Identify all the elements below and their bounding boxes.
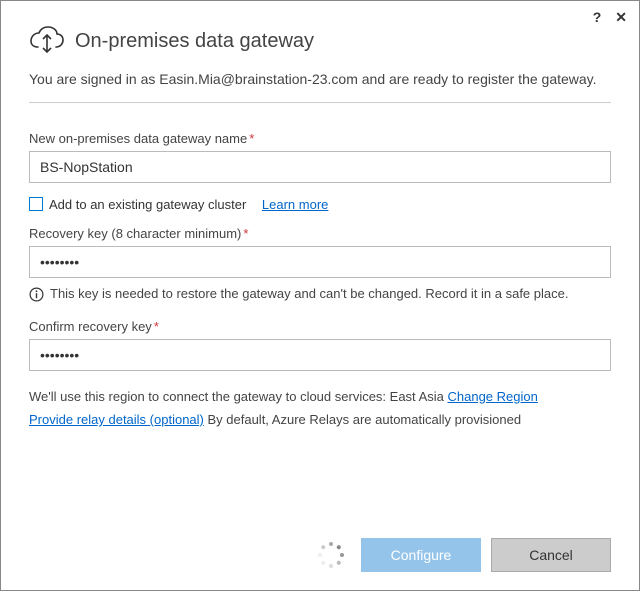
change-region-link[interactable]: Change Region — [447, 389, 537, 404]
add-to-cluster-checkbox[interactable] — [29, 197, 43, 211]
configure-button[interactable]: Configure — [361, 538, 481, 572]
region-value: East Asia — [390, 389, 444, 404]
cancel-button[interactable]: Cancel — [491, 538, 611, 572]
relay-suffix-text: By default, Azure Relays are automatical… — [204, 412, 521, 427]
add-to-cluster-label: Add to an existing gateway cluster — [49, 197, 246, 212]
help-icon[interactable]: ? — [593, 9, 602, 26]
confirm-recovery-key-input[interactable] — [29, 339, 611, 371]
learn-more-link[interactable]: Learn more — [262, 197, 328, 212]
signed-in-status: You are signed in as Easin.Mia@brainstat… — [29, 70, 611, 103]
info-icon — [29, 287, 44, 305]
cloud-upload-icon — [29, 25, 65, 58]
loading-spinner-icon — [317, 541, 345, 569]
recovery-key-input[interactable] — [29, 246, 611, 278]
gateway-name-input[interactable] — [29, 151, 611, 183]
gateway-name-label: New on-premises data gateway name* — [29, 131, 611, 146]
recovery-key-label: Recovery key (8 character minimum)* — [29, 226, 611, 241]
close-icon[interactable]: ✕ — [615, 9, 627, 26]
relay-details-link[interactable]: Provide relay details (optional) — [29, 412, 204, 427]
recovery-key-info-text: This key is needed to restore the gatewa… — [50, 286, 568, 301]
page-title: On-premises data gateway — [75, 30, 314, 53]
confirm-recovery-key-label: Confirm recovery key* — [29, 319, 611, 334]
region-prefix-text: We'll use this region to connect the gat… — [29, 389, 390, 404]
